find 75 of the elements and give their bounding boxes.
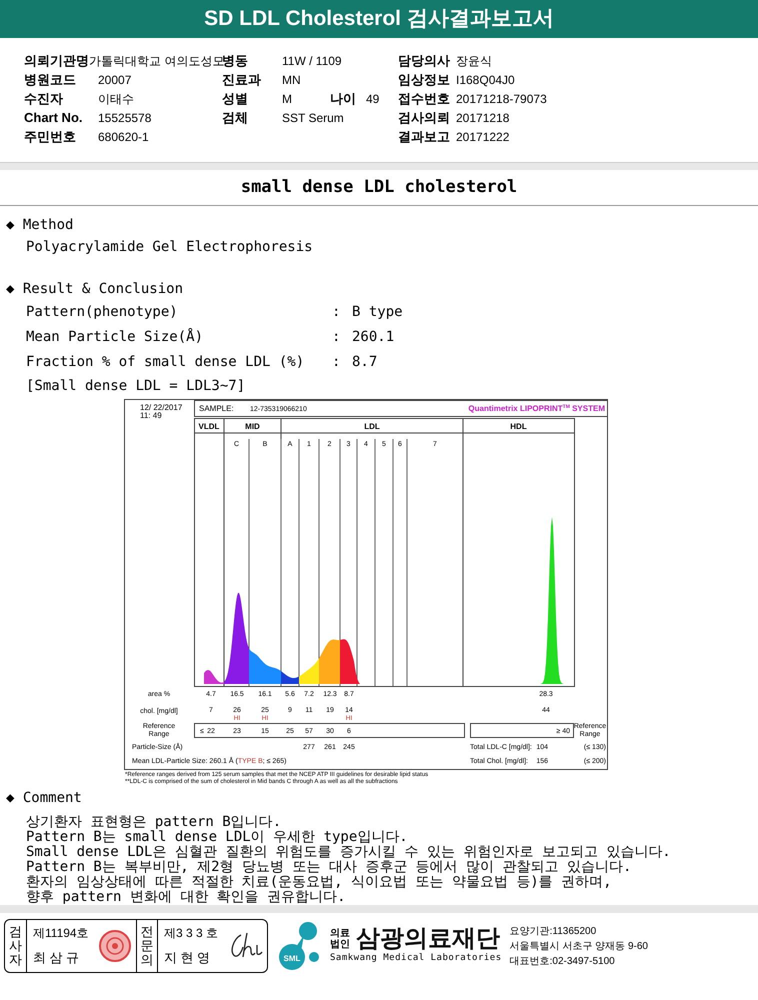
field-label: 병동: [222, 52, 249, 70]
system-name: Quantimetrix LIPOPRINT$^{TM}$ SYSTEM: [468, 404, 605, 413]
logo-text: SML: [284, 954, 300, 963]
field-value: 20171222: [456, 128, 510, 146]
field-value: 15525578: [98, 110, 152, 126]
corporation-type: 의료법인: [330, 928, 351, 950]
result-label: Pattern(phenotype): [26, 303, 179, 322]
field-label: 의뢰기관명: [24, 52, 89, 70]
field-label: 병원코드: [24, 70, 77, 89]
field-value: 가톨릭대학교 여의도성모: [89, 52, 224, 70]
result-value: B type: [352, 303, 403, 322]
sample-label: SAMPLE:: [199, 404, 234, 413]
comment-line: 환자의 임상상태에 따른 적절한 치료(운동요법, 식이요법 또는 약물요법 등)를 권하며,: [26, 875, 613, 890]
field-value: I168Q04J0: [456, 72, 515, 88]
field-value: 20007: [98, 72, 132, 88]
result-value: 260.1: [352, 328, 394, 347]
field-label: 주민번호: [24, 128, 77, 146]
field-value: MN: [282, 72, 301, 88]
comment-line: 향후 pattern 변화에 대한 확인을 권유합니다.: [26, 890, 347, 905]
band-label: LDL: [364, 422, 380, 431]
field-label: 접수번호: [398, 90, 451, 108]
chart-date: 12/ 22/2017: [140, 403, 182, 412]
lab-english-name: Samkwang Medical Laboratories: [330, 952, 502, 966]
field-value: 20171218-79073: [456, 90, 547, 108]
lab-name: 삼광의료재단: [356, 926, 500, 952]
band-label: MID: [245, 422, 260, 431]
comment-line: Pattern B는 복부비만, 제2형 당뇨병 또는 대사 증후군 등에서 많이 관찰되고 있습니다.: [26, 860, 632, 875]
lab-contact-line: 서울특별시 서초구 양재동 9-60: [510, 940, 648, 954]
comment-line: 상기환자 표현형은 pattern B입니다.: [26, 815, 282, 830]
field-value: 이태수: [98, 90, 134, 108]
field-label: 수진자: [24, 90, 64, 108]
result-value: 8.7: [352, 353, 378, 372]
field-label: 임상정보: [398, 70, 451, 89]
field-label: 검체: [222, 108, 249, 127]
colon-separator: :: [332, 353, 342, 372]
section-heading: ◆ Method: [6, 216, 74, 234]
field-value: 680620-1: [98, 128, 149, 146]
field-value: 장윤식: [456, 52, 492, 70]
license-number: 제3 3 3 호: [164, 925, 218, 942]
comment-line: Pattern B는 small dense LDL이 우세한 type입니다.: [26, 830, 409, 845]
field-label: 검사의뢰: [398, 108, 451, 127]
field-label: 진료과: [222, 70, 262, 89]
report-title: SD LDL Cholesterol 검사결과보고서: [204, 6, 554, 32]
band-label: VLDL: [198, 422, 220, 431]
signer-role: 검사자: [9, 924, 22, 968]
colon-separator: :: [332, 303, 342, 322]
signer-role: 전문의: [140, 924, 154, 968]
field-value: 20171218: [456, 110, 510, 126]
result-label: Fraction % of small dense LDL (%): [26, 353, 306, 372]
lab-contact-line: 요양기관:11365200: [510, 924, 598, 938]
field-value: 11W / 1109: [282, 52, 342, 70]
colon-separator: :: [332, 328, 342, 347]
signer-name: 지 현 영: [164, 949, 212, 968]
seal-stamp-icon: [98, 929, 132, 963]
result-note: [Small dense LDL = LDL3~7]: [25, 376, 246, 396]
band-label: HDL: [510, 422, 527, 431]
field-value: SST Serum: [282, 110, 344, 126]
result-label: Mean Particle Size(Å): [26, 327, 204, 347]
lab-logo-icon: [279, 922, 319, 970]
field-label: 결과보고: [398, 128, 451, 146]
field-label: Chart No.: [24, 108, 84, 127]
field-value: M: [282, 90, 292, 108]
lab-contact-line: 대표번호:02-3497-5100: [510, 954, 616, 968]
field-label: 나이: [330, 90, 357, 108]
section-title: small dense LDL cholesterol: [240, 176, 518, 199]
comment-line: Small dense LDL은 심혈관 질환의 위험도를 증가시킬 수 있는 위험인자로 보고되고 있습니다.: [26, 845, 672, 860]
signer-name: 최 삼 규: [33, 949, 80, 968]
section-heading: ◆ Result & Conclusion: [6, 280, 184, 298]
section-heading: ◆ Comment: [6, 788, 83, 808]
field-label: 담당의사: [398, 52, 451, 70]
chart-time: 11: 49: [140, 411, 162, 420]
field-value: 49: [366, 90, 380, 108]
license-number: 제11194호: [33, 925, 89, 942]
field-label: 성별: [222, 90, 249, 108]
method-text: Polyacrylamide Gel Electrophoresis: [25, 238, 314, 256]
